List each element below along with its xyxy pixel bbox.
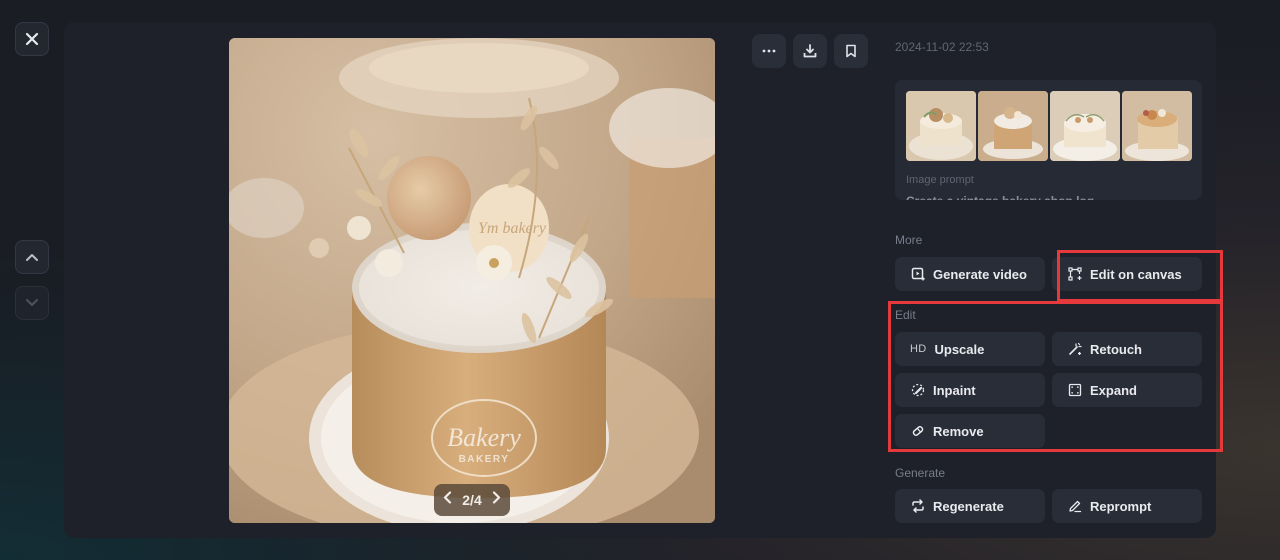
regenerate-label: Regenerate xyxy=(933,498,1004,514)
svg-text:Bakery: Bakery xyxy=(447,423,521,452)
inpaint-button[interactable]: Inpaint xyxy=(895,373,1045,407)
section-label-more: More xyxy=(895,233,923,247)
thumbnail-2[interactable] xyxy=(978,91,1048,161)
inpaint-brush-icon xyxy=(910,383,925,398)
expand-label: Expand xyxy=(1090,382,1137,398)
remove-label: Remove xyxy=(933,423,984,439)
svg-text:BAKERY: BAKERY xyxy=(459,454,510,465)
repeat-icon xyxy=(910,499,925,514)
cake-illustration: Bakery BAKERY Ym bakery xyxy=(229,38,715,523)
pencil-icon xyxy=(1067,499,1082,514)
created-timestamp: 2024-11-02 22:53 xyxy=(895,40,989,54)
prompt-card: Image prompt Create a vintage bakery sho… xyxy=(895,80,1202,200)
video-sparkle-icon xyxy=(910,267,925,282)
upscale-label: Upscale xyxy=(934,341,985,357)
upscale-button[interactable]: HD Upscale xyxy=(895,332,1045,366)
svg-text:Ym bakery: Ym bakery xyxy=(478,220,547,237)
close-icon xyxy=(25,32,39,46)
inpaint-label: Inpaint xyxy=(933,382,976,398)
edit-on-canvas-button[interactable]: Edit on canvas xyxy=(1052,257,1202,291)
download-button[interactable] xyxy=(793,34,827,68)
chevron-down-icon xyxy=(26,299,38,306)
chevron-right-icon xyxy=(492,491,500,504)
thumbnail-strip xyxy=(906,91,1192,161)
download-icon xyxy=(803,44,817,58)
bookmark-icon xyxy=(846,44,856,58)
regenerate-button[interactable]: Regenerate xyxy=(895,489,1045,523)
pager-label: 2/4 xyxy=(462,492,482,508)
magic-wand-icon xyxy=(1067,342,1082,357)
retouch-button[interactable]: Retouch xyxy=(1052,332,1202,366)
section-label-edit: Edit xyxy=(895,308,916,322)
generate-video-label: Generate video xyxy=(933,266,1027,282)
hd-icon: HD xyxy=(910,343,927,355)
thumbnail-4[interactable] xyxy=(1122,91,1192,161)
eraser-icon xyxy=(910,424,925,439)
prompt-label: Image prompt xyxy=(906,174,974,186)
chevron-left-icon xyxy=(444,491,452,504)
more-options-button[interactable] xyxy=(752,34,786,68)
expand-frame-icon xyxy=(1067,383,1082,398)
previous-image-button[interactable] xyxy=(15,240,49,274)
chevron-up-icon xyxy=(26,254,38,261)
next-image-button[interactable] xyxy=(15,286,49,320)
canvas-edit-icon xyxy=(1067,267,1082,282)
retouch-label: Retouch xyxy=(1090,341,1142,357)
edit-on-canvas-label: Edit on canvas xyxy=(1090,266,1182,282)
section-label-generate: Generate xyxy=(895,466,946,480)
thumbnail-1[interactable] xyxy=(906,91,976,161)
bookmark-button[interactable] xyxy=(834,34,868,68)
close-button[interactable] xyxy=(15,22,49,56)
more-horizontal-icon xyxy=(762,49,776,53)
thumbnail-3[interactable] xyxy=(1050,91,1120,161)
remove-button[interactable]: Remove xyxy=(895,414,1045,448)
pager-prev-button[interactable] xyxy=(441,491,454,509)
expand-button[interactable]: Expand xyxy=(1052,373,1202,407)
pager-next-button[interactable] xyxy=(490,491,503,509)
reprompt-button[interactable]: Reprompt xyxy=(1052,489,1202,523)
generate-video-button[interactable]: Generate video xyxy=(895,257,1045,291)
image-pager: 2/4 xyxy=(434,484,510,516)
generated-image[interactable]: Bakery BAKERY Ym bakery xyxy=(229,38,715,523)
reprompt-label: Reprompt xyxy=(1090,498,1152,514)
prompt-text: Create a vintage bakery shop log xyxy=(906,194,1094,200)
